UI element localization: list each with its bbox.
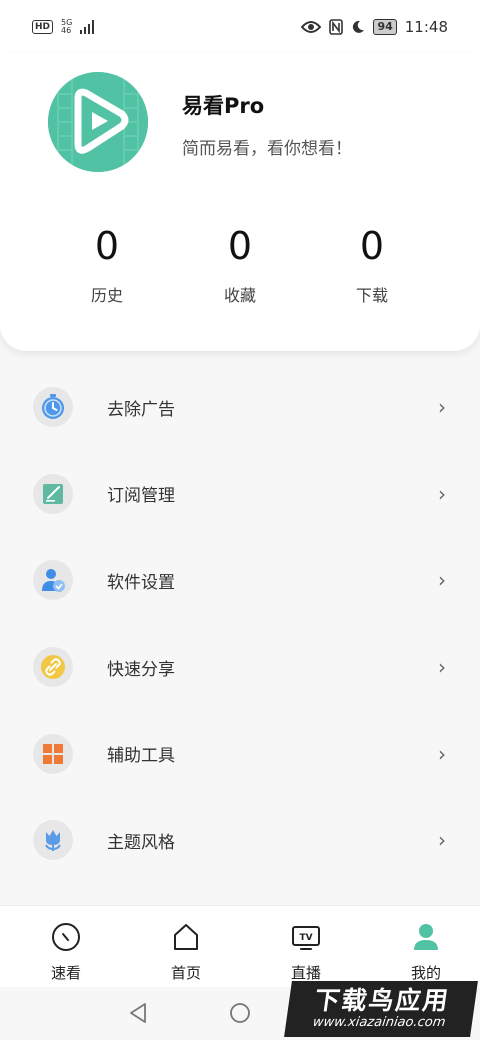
user-settings-icon: [33, 560, 73, 601]
eye-icon: [301, 21, 322, 33]
chevron-right-icon: ›: [438, 655, 446, 680]
clock-icon: [33, 387, 73, 428]
menu-label-theme: 主题风格: [107, 832, 175, 853]
menu-label-share: 快速分享: [107, 659, 175, 680]
menu-label-remove-ads: 去除广告: [107, 399, 175, 420]
network-indicator: 5G 46: [61, 19, 72, 35]
tab-label-live: 直播: [290, 964, 321, 982]
chevron-right-icon: ›: [438, 481, 446, 506]
app-logo[interactable]: [48, 72, 148, 172]
menu-label-settings: 软件设置: [107, 572, 175, 593]
subscription-icon: [33, 473, 73, 514]
status-left: HD 5G 46: [32, 19, 96, 35]
chevron-right-icon: ›: [438, 828, 446, 853]
stat-favorites-label: 收藏: [223, 286, 256, 305]
watermark-url: www.xiazainiao.com: [311, 1015, 447, 1030]
tulip-icon: [33, 820, 73, 861]
home-icon: [174, 924, 198, 950]
hd-badge: HD: [32, 20, 54, 34]
home-circle-icon[interactable]: [229, 1002, 251, 1024]
watermark-logo: 下载鸟应用 www.xiazainiao.com: [284, 981, 478, 1037]
clock: 11:48: [404, 18, 448, 36]
settings-menu: 去除广告 › 订阅管理 › 软件设置 › 快速分享 › 辅助工具 › 主题风格 …: [0, 364, 480, 884]
tab-label-mine: 我的: [410, 964, 441, 982]
tab-live[interactable]: TV 直播: [246, 906, 366, 988]
stat-downloads-count: 0: [359, 224, 385, 268]
tab-label-home: 首页: [170, 964, 201, 982]
menu-label-tools: 辅助工具: [107, 746, 175, 767]
menu-label-subscriptions: 订阅管理: [107, 486, 175, 507]
status-bar: HD 5G 46 94 11:48: [0, 0, 480, 54]
yikan-play-logo-icon: [48, 72, 148, 172]
speedometer-icon: [52, 923, 80, 951]
profile-icon: [414, 924, 438, 950]
stat-history-count: 0: [94, 224, 120, 268]
network-sub: 46: [61, 26, 72, 35]
battery-indicator: 94: [373, 19, 397, 35]
tab-quick-watch[interactable]: 速看: [6, 906, 126, 988]
stat-downloads[interactable]: 0 下载: [312, 224, 432, 306]
app-slogan: 简而易看，看你想看！: [182, 139, 352, 159]
bottom-nav: 速看 首页 TV 直播 我的: [0, 905, 480, 987]
menu-item-remove-ads[interactable]: 去除广告 ›: [0, 364, 480, 451]
stat-downloads-label: 下载: [355, 286, 388, 305]
stat-favorites[interactable]: 0 收藏: [180, 224, 300, 306]
status-right: 94 11:48: [301, 18, 448, 36]
moon-icon: [353, 20, 365, 33]
profile-card: 易看Pro 简而易看，看你想看！ 0 历史 0 收藏 0 下载: [0, 54, 480, 351]
nfc-icon: [329, 19, 344, 35]
svg-text:TV: TV: [299, 933, 312, 943]
menu-item-settings[interactable]: 软件设置 ›: [0, 537, 480, 624]
back-triangle-icon[interactable]: [127, 1001, 149, 1025]
menu-item-tools[interactable]: 辅助工具 ›: [0, 710, 480, 797]
tv-icon: TV: [292, 926, 320, 950]
tab-label-quick-watch: 速看: [50, 964, 81, 982]
tab-home[interactable]: 首页: [126, 906, 246, 988]
chevron-right-icon: ›: [438, 568, 446, 593]
app-name: 易看Pro: [182, 94, 265, 118]
tab-mine[interactable]: 我的: [366, 906, 480, 988]
link-icon: [33, 647, 73, 688]
watermark-title: 下载鸟应用: [312, 986, 452, 1015]
chevron-right-icon: ›: [438, 741, 446, 766]
grid-tools-icon: [33, 733, 73, 774]
chevron-right-icon: ›: [438, 395, 446, 420]
stat-history-label: 历史: [90, 286, 123, 305]
signal-icon: [80, 20, 95, 34]
menu-item-subscriptions[interactable]: 订阅管理 ›: [0, 451, 480, 538]
menu-item-theme[interactable]: 主题风格 ›: [0, 797, 480, 884]
menu-item-share[interactable]: 快速分享 ›: [0, 624, 480, 711]
stat-favorites-count: 0: [227, 224, 253, 268]
stat-history[interactable]: 0 历史: [47, 224, 167, 306]
